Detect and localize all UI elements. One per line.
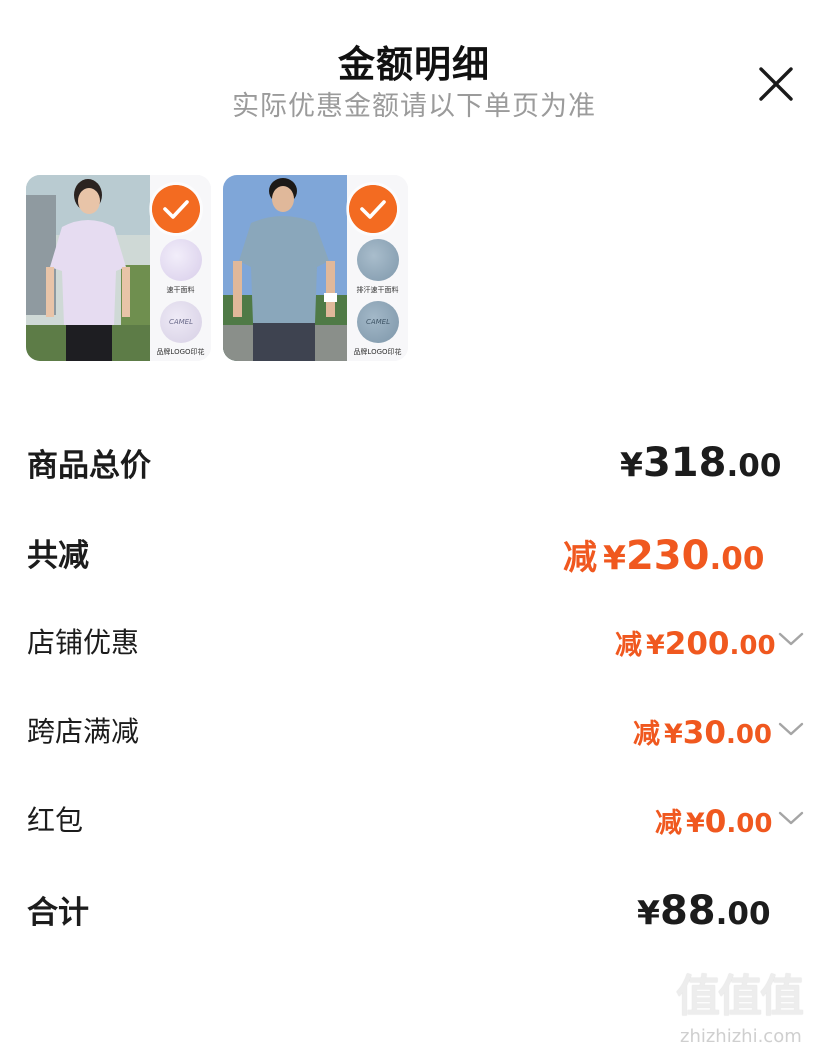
amount-decimal: .00 [729, 631, 776, 661]
total-discount-amount: 减 ¥230.00 [563, 530, 764, 579]
fabric-swatch-icon [357, 239, 399, 281]
currency-symbol: ¥ [664, 719, 683, 750]
amount-detail-sheet: 金额明细 实际优惠金额请以下单页为准 速干面料 CAMEL 品牌LOGO印花 排… [0, 0, 828, 1047]
amount-integer: 0 [704, 804, 727, 840]
feature-label: 排汗速干面料 [356, 286, 399, 294]
discount-prefix: 减 [563, 538, 597, 578]
red-packet-amount: 减 ¥0.00 [655, 801, 772, 840]
amount-integer: 318 [642, 440, 727, 486]
sheet-subtitle: 实际优惠金额请以下单页为准 [232, 91, 596, 122]
cross-shop-discount-amount: 减 ¥30.00 [633, 712, 772, 751]
selected-check-icon[interactable] [152, 185, 200, 233]
shop-discount-label: 店铺优惠 [27, 626, 140, 659]
amount-decimal: .00 [725, 720, 772, 750]
total-label: 合计 [27, 895, 89, 931]
watermark-logo: 值值值 [676, 971, 804, 1022]
cross-shop-discount-label: 跨店满减 [27, 715, 140, 748]
discount-prefix: 减 [615, 630, 642, 661]
currency-symbol: ¥ [603, 538, 626, 577]
total-amount: ¥88.00 [637, 888, 771, 934]
product-thumbnail-2[interactable]: 排汗速干面料 CAMEL 品牌LOGO印花 [223, 175, 408, 361]
currency-symbol: ¥ [637, 893, 660, 932]
logo-swatch-icon: CAMEL [357, 301, 399, 343]
discount-prefix: 减 [655, 808, 682, 839]
amount-integer: 88 [659, 888, 716, 934]
chevron-down-icon[interactable] [778, 721, 804, 737]
subtotal-amount: ¥318.00 [620, 440, 781, 486]
total-discount-label: 共减 [27, 538, 89, 574]
product-photo-men-tshirt [223, 175, 347, 361]
fabric-swatch-icon [160, 239, 202, 281]
watermark: 值值值 zhizhizhi.com [676, 960, 826, 1047]
amount-decimal: .00 [726, 448, 782, 484]
feature-label: 品牌LOGO印花 [353, 348, 402, 356]
logo-swatch-icon: CAMEL [160, 301, 202, 343]
discount-prefix: 减 [633, 719, 660, 750]
feature-label: 品牌LOGO印花 [156, 348, 205, 356]
feature-label: 速干面料 [166, 286, 195, 294]
currency-symbol: ¥ [686, 808, 705, 839]
sheet-title: 金额明细 [338, 43, 490, 86]
close-icon[interactable] [756, 64, 796, 104]
red-packet-label: 红包 [27, 804, 84, 837]
amount-integer: 200 [664, 626, 730, 662]
watermark-url: zhizhizhi.com [680, 1026, 802, 1047]
amount-decimal: .00 [709, 541, 765, 577]
currency-symbol: ¥ [620, 445, 643, 484]
amount-decimal: .00 [715, 896, 771, 932]
subtotal-label: 商品总价 [27, 448, 151, 484]
chevron-down-icon[interactable] [778, 631, 804, 647]
selected-check-icon[interactable] [349, 185, 397, 233]
product-thumbnail-1[interactable]: 速干面料 CAMEL 品牌LOGO印花 [26, 175, 211, 361]
currency-symbol: ¥ [646, 630, 665, 661]
amount-integer: 230 [625, 533, 710, 579]
chevron-down-icon[interactable] [778, 810, 804, 826]
amount-decimal: .00 [726, 809, 773, 839]
product-photo-women-tshirt [26, 175, 150, 361]
amount-integer: 30 [682, 715, 726, 751]
shop-discount-amount: 减 ¥200.00 [615, 623, 776, 662]
